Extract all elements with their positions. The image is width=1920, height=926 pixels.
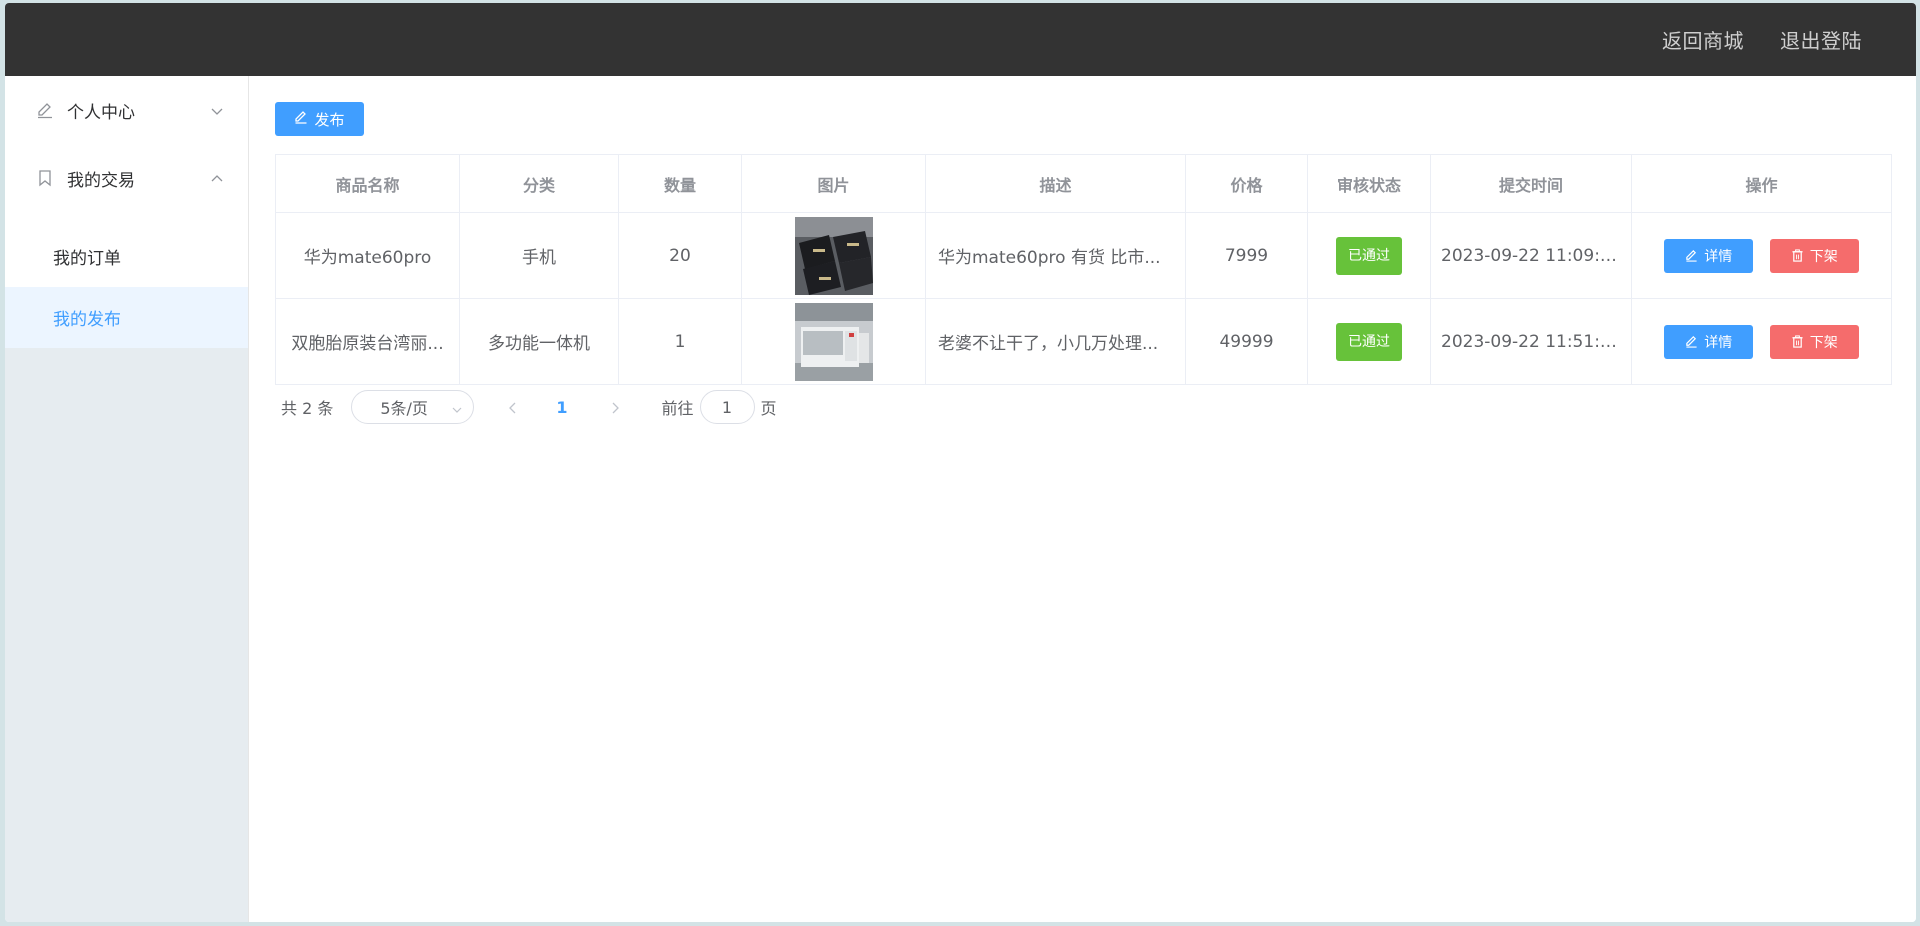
- sidebar-item-my-publish[interactable]: 我的发布: [5, 287, 248, 348]
- chevron-down-icon: [210, 103, 224, 117]
- publish-button[interactable]: 发布: [275, 102, 364, 136]
- cell-description: 华为mate60pro 有货 比市...: [925, 212, 1186, 299]
- column-header-name: 商品名称: [275, 154, 460, 213]
- status-badge: 已通过: [1336, 236, 1402, 275]
- remove-button[interactable]: 下架: [1769, 324, 1859, 359]
- page-size-value: 5条/页: [380, 399, 428, 418]
- menu-my-trade[interactable]: 我的交易: [5, 144, 248, 212]
- product-thumbnail[interactable]: [794, 302, 873, 381]
- detail-button[interactable]: 详情: [1664, 238, 1754, 273]
- goto-suffix: 页: [760, 399, 777, 418]
- column-header-status: 审核状态: [1307, 154, 1431, 213]
- cell-image: [741, 212, 926, 299]
- product-thumbnail[interactable]: [794, 216, 873, 295]
- edit-icon: [35, 100, 55, 120]
- menu-personal-center[interactable]: 个人中心: [5, 76, 248, 144]
- column-header-price: 价格: [1185, 154, 1308, 213]
- next-page-icon[interactable]: [608, 400, 622, 414]
- table-row: 华为mate60pro 手机 20 华为mate60pro 有货 比市... 7…: [275, 212, 1892, 299]
- cell-category: 多功能一体机: [459, 298, 619, 385]
- cell-category: 手机: [459, 212, 619, 299]
- edit-icon: [1686, 336, 1697, 348]
- cell-description: 老婆不让干了，小几万处理...: [925, 298, 1186, 385]
- column-header-description: 描述: [925, 154, 1186, 213]
- my-trade-submenu: 我的订单 我的发布: [5, 212, 248, 348]
- menu-personal-center-label: 个人中心: [67, 102, 135, 123]
- chevron-up-icon: [210, 171, 224, 185]
- cell-status: 已通过: [1307, 212, 1431, 299]
- cell-name: 华为mate60pro: [275, 212, 460, 299]
- page-size-select[interactable]: 5条/页: [351, 390, 475, 424]
- cell-price: 7999: [1185, 212, 1308, 299]
- cell-image: [741, 298, 926, 385]
- cell-submit-time: 2023-09-22 11:51:21: [1430, 298, 1632, 385]
- trash-icon: [1792, 249, 1803, 262]
- remove-button[interactable]: 下架: [1769, 238, 1859, 273]
- bookmark-icon: [35, 168, 55, 188]
- column-header-submit-time: 提交时间: [1430, 154, 1632, 213]
- cell-actions: 详情 下架: [1631, 212, 1892, 299]
- detail-button-label: 详情: [1704, 334, 1733, 351]
- pagination: 共 2 条 5条/页 1 前往 1 页: [275, 389, 777, 425]
- cell-quantity: 1: [618, 298, 742, 385]
- table-header-row: 商品名称 分类 数量 图片 描述 价格 审核状态 提交时间 操作: [275, 154, 1892, 213]
- top-header: 返回商城 退出登陆: [5, 3, 1916, 76]
- remove-button-label: 下架: [1809, 248, 1838, 265]
- table-row: 双胞胎原装台湾丽... 多功能一体机 1 老婆不让干了，小几万处理... 499…: [275, 298, 1892, 385]
- publish-table: 商品名称 分类 数量 图片 描述 价格 审核状态 提交时间 操作 华为mate6…: [275, 154, 1892, 385]
- app-window: 返回商城 退出登陆 个人中心 我的交易 我的订单 我的发布 发布 商品名称 分类…: [5, 3, 1916, 922]
- edit-icon: [294, 110, 308, 128]
- column-header-quantity: 数量: [618, 154, 742, 213]
- pagination-total: 共 2 条: [281, 399, 334, 418]
- goto-page-input[interactable]: 1: [699, 390, 755, 424]
- back-to-mall-link[interactable]: 返回商城: [1662, 25, 1744, 54]
- status-badge: 已通过: [1336, 322, 1402, 361]
- main-content: 发布 商品名称 分类 数量 图片 描述 价格 审核状态 提交时间 操作 华为ma…: [249, 76, 1916, 922]
- page-number-current[interactable]: 1: [556, 398, 567, 417]
- remove-button-label: 下架: [1809, 334, 1838, 351]
- column-header-category: 分类: [459, 154, 619, 213]
- cell-actions: 详情 下架: [1631, 298, 1892, 385]
- trash-icon: [1792, 335, 1803, 348]
- menu-my-trade-label: 我的交易: [67, 170, 135, 191]
- publish-button-label: 发布: [314, 110, 345, 129]
- cell-name: 双胞胎原装台湾丽...: [275, 298, 460, 385]
- cell-price: 49999: [1185, 298, 1308, 385]
- logout-link[interactable]: 退出登陆: [1780, 25, 1862, 54]
- edit-icon: [1686, 250, 1697, 262]
- sidebar-item-my-orders[interactable]: 我的订单: [5, 226, 248, 287]
- header-links: 返回商城 退出登陆: [1662, 3, 1862, 76]
- sidebar: 个人中心 我的交易 我的订单 我的发布: [5, 76, 249, 922]
- cell-status: 已通过: [1307, 298, 1431, 385]
- column-header-actions: 操作: [1631, 154, 1892, 213]
- cell-quantity: 20: [618, 212, 742, 299]
- prev-page-icon[interactable]: [506, 400, 520, 414]
- goto-prefix: 前往: [661, 399, 694, 418]
- detail-button[interactable]: 详情: [1664, 324, 1754, 359]
- cell-submit-time: 2023-09-22 11:09:59: [1430, 212, 1632, 299]
- detail-button-label: 详情: [1704, 248, 1733, 265]
- chevron-down-icon: [451, 401, 463, 413]
- column-header-image: 图片: [741, 154, 926, 213]
